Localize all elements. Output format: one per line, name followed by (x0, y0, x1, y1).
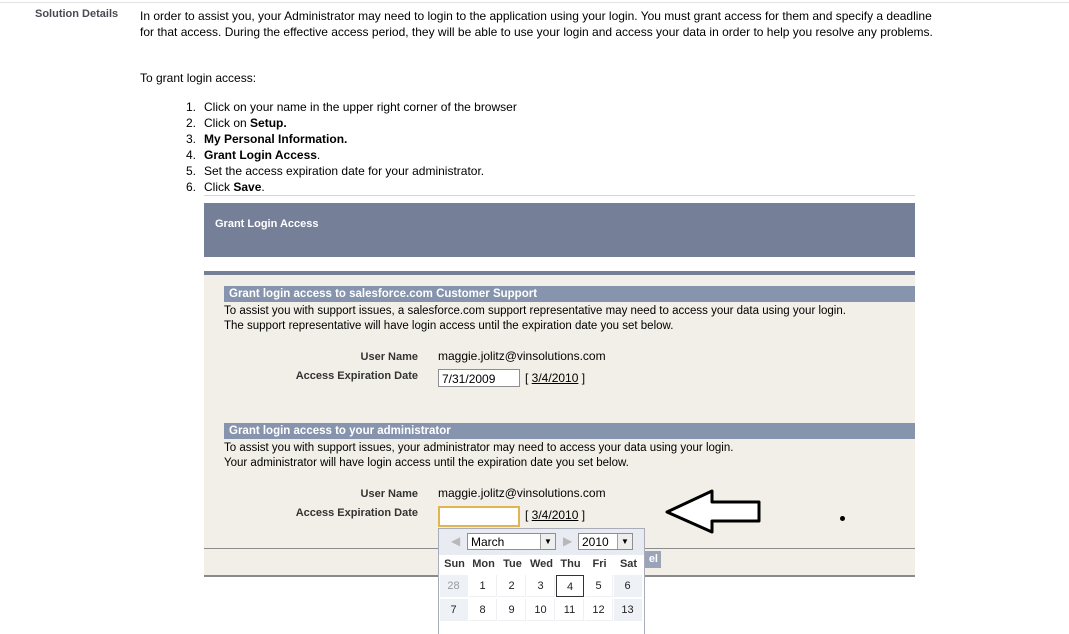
admin-expiration-label: Access Expiration Date (295, 507, 418, 519)
support-user-name-label: User Name (360, 351, 418, 363)
dow-label: Sun (444, 558, 465, 570)
step-item: 4. Grant Login Access. (186, 148, 321, 162)
dow-label: Sat (619, 558, 638, 570)
calendar-day[interactable]: 12 (585, 599, 613, 621)
step-item: 1. Click on your name in the upper right … (186, 100, 517, 114)
chevron-down-icon: ▼ (617, 534, 632, 549)
calendar-day[interactable]: 5 (585, 575, 613, 597)
calendar-day[interactable]: 13 (614, 599, 642, 621)
dow-label: Fri (592, 558, 607, 570)
embedded-screenshot-border (204, 195, 915, 196)
year-select[interactable]: 2010 ▼ (578, 533, 633, 550)
step-item: 3. My Personal Information. (186, 132, 348, 146)
calendar-day[interactable]: 1 (469, 575, 497, 597)
admin-description-line2: Your administrator will have login acces… (224, 457, 629, 469)
support-user-name-value: maggie.jolitz@vinsolutions.com (438, 349, 606, 363)
step-item: 6. Click Save. (186, 180, 265, 194)
annotation-arrow-icon (665, 489, 761, 534)
top-divider (0, 2, 1069, 3)
calendar-day[interactable]: 6 (614, 575, 642, 597)
calendar-day[interactable]: 11 (556, 599, 584, 621)
date-picker-header: ◀ March ▼ ▶ 2010 ▼ (439, 529, 644, 555)
grant-intro-text: To grant login access: (140, 71, 257, 85)
dow-label: Wed (529, 558, 554, 570)
admin-section-heading: Grant login access to your administrator (224, 423, 915, 439)
page-title: Grant Login Access (215, 218, 319, 230)
calendar-day-today[interactable]: 4 (556, 575, 584, 597)
month-select-value: March (471, 535, 505, 549)
admin-today-link[interactable]: 3/4/2010 (532, 508, 579, 522)
admin-date-shortcut: [ 3/4/2010 ] (525, 508, 586, 522)
next-month-icon[interactable]: ▶ (563, 534, 572, 548)
calendar-day[interactable]: 28 (440, 575, 468, 597)
step-item: 5. Set the access expiration date for you… (186, 164, 485, 178)
steps-list: 1. Click on your name in the upper right … (186, 99, 517, 195)
solution-intro-text: In order to assist you, your Administrat… (140, 9, 933, 39)
support-date-shortcut: [ 3/4/2010 ] (525, 371, 586, 385)
support-expiration-input[interactable]: 7/31/2009 (438, 369, 520, 387)
step-item: 2. Click on Setup. (186, 116, 287, 130)
grant-login-header (204, 203, 915, 257)
support-section-heading: Grant login access to salesforce.com Cus… (224, 286, 915, 302)
solution-details-label: Solution Details (35, 8, 119, 20)
calendar-day[interactable]: 2 (498, 575, 526, 597)
dow-label: Thu (560, 558, 581, 570)
calendar-day[interactable]: 3 (527, 575, 555, 597)
admin-user-name-label: User Name (360, 488, 418, 500)
calendar-day[interactable]: 10 (527, 599, 555, 621)
dow-label: Mon (472, 558, 495, 570)
calendar-day[interactable]: 9 (498, 599, 526, 621)
year-select-value: 2010 (582, 535, 609, 549)
month-select[interactable]: March ▼ (467, 533, 556, 550)
admin-description-line1: To assist you with support issues, your … (224, 442, 734, 454)
calendar-day[interactable]: 7 (440, 599, 468, 621)
admin-user-name-value: maggie.jolitz@vinsolutions.com (438, 486, 606, 500)
support-description-line2: The support representative will have log… (224, 320, 674, 332)
chevron-down-icon: ▼ (540, 534, 555, 549)
date-picker-popup: ◀ March ▼ ▶ 2010 ▼ Sun Mon Tue Wed Thu F… (438, 528, 645, 634)
support-today-link[interactable]: 3/4/2010 (532, 371, 579, 385)
support-expiration-label: Access Expiration Date (295, 370, 418, 382)
admin-expiration-input[interactable] (438, 506, 520, 527)
prev-month-icon[interactable]: ◀ (451, 534, 460, 548)
annotation-dot (840, 516, 845, 521)
dow-label: Tue (503, 558, 522, 570)
support-description-line1: To assist you with support issues, a sal… (224, 305, 846, 317)
calendar-day[interactable]: 8 (469, 599, 497, 621)
